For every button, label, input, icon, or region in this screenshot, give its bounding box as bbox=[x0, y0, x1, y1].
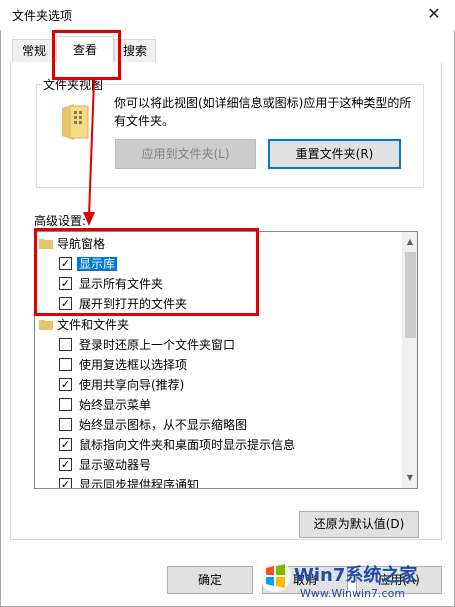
checkbox-restore-windows[interactable] bbox=[59, 338, 72, 351]
checkbox-sync-notifications[interactable]: ✓ bbox=[59, 478, 72, 488]
reset-folders-button[interactable]: 重置文件夹(R) bbox=[268, 139, 401, 169]
restore-defaults-button[interactable]: 还原为默认值(D) bbox=[299, 511, 419, 538]
tree-item-use-checkboxes[interactable]: 使用复选框以选择项 bbox=[35, 355, 401, 375]
checkbox-drive-letters[interactable]: ✓ bbox=[59, 458, 72, 471]
tree-item-drive-letters[interactable]: ✓ 显示驱动器号 bbox=[35, 455, 401, 475]
tree-folder-files-and-folders: 文件和文件夹 bbox=[35, 315, 401, 335]
watermark-brand: Win7系统之家 bbox=[294, 565, 418, 586]
tree-item-always-show-menus[interactable]: 始终显示菜单 bbox=[35, 395, 401, 415]
scroll-thumb[interactable] bbox=[405, 252, 416, 338]
tree-item-popup-descriptions[interactable]: ✓ 鼠标指向文件夹和桌面项时显示提示信息 bbox=[35, 435, 401, 455]
scroll-up-icon[interactable]: ▲ bbox=[402, 234, 417, 250]
dialog-title: 文件夹选项 bbox=[12, 9, 73, 23]
checkbox-use-checkboxes[interactable] bbox=[59, 358, 72, 371]
watermark-logo: Win7系统之家 Www.Winwin7.com bbox=[258, 555, 452, 605]
tree-item-sync-notifications[interactable]: ✓ 显示同步提供程序通知 bbox=[35, 475, 401, 488]
checkbox-always-show-menus[interactable] bbox=[59, 398, 72, 411]
close-icon[interactable]: ✕ bbox=[425, 5, 443, 23]
watermark-url: Www.Winwin7.com bbox=[300, 587, 406, 600]
advanced-settings-label: 高级设置: bbox=[34, 214, 87, 228]
tree-item-sharing-wizard[interactable]: ✓ 使用共享向导(推荐) bbox=[35, 375, 401, 395]
folder-icon bbox=[39, 320, 53, 330]
checkbox-always-show-icons[interactable] bbox=[59, 418, 72, 431]
tab-view[interactable]: 查看 bbox=[56, 36, 114, 63]
tab-general[interactable]: 常规 bbox=[12, 39, 56, 62]
apply-to-folders-button[interactable]: 应用到文件夹(L) bbox=[115, 139, 256, 169]
folder-views-description: 你可以将此视图(如详细信息或图标)应用于这种类型的所有文件夹。 bbox=[114, 96, 412, 128]
checkbox-popup-descriptions[interactable]: ✓ bbox=[59, 438, 72, 451]
checkbox-sharing-wizard[interactable]: ✓ bbox=[59, 378, 72, 391]
annotation-highlight-navigation-pane bbox=[34, 228, 259, 316]
windows-flag-icon bbox=[259, 560, 291, 592]
scroll-down-icon[interactable]: ▼ bbox=[402, 470, 417, 486]
tree-item-restore-windows[interactable]: 登录时还原上一个文件夹窗口 bbox=[35, 335, 401, 355]
ok-button[interactable]: 确定 bbox=[167, 566, 253, 594]
annotation-arrow-icon bbox=[83, 79, 95, 226]
tree-item-always-show-icons[interactable]: 始终显示图标，从不显示缩略图 bbox=[35, 415, 401, 435]
